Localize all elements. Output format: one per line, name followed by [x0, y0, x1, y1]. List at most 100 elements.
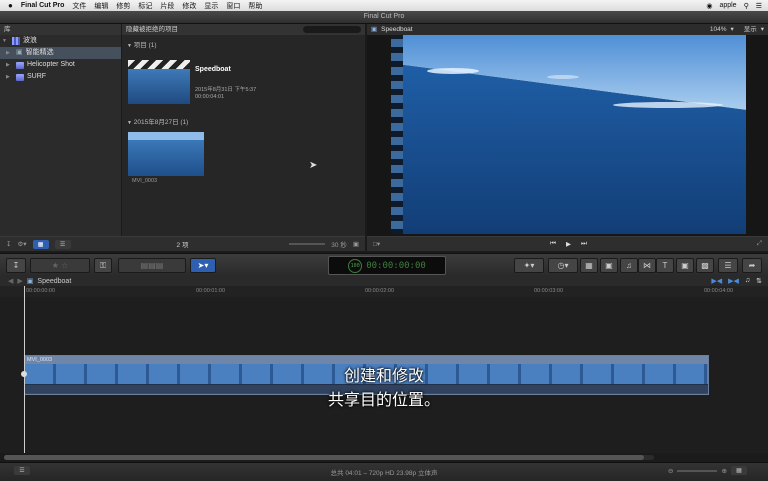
main-toolbar: ↧ ★ ☆ ⚿ ▤▤▤ ➤▾ 100 00:00:00:00 ✦▾ ◷▾ ▦ ▣… — [0, 253, 768, 277]
share-button[interactable]: ➦ — [742, 258, 762, 273]
app-menu[interactable]: Final Cut Pro — [21, 2, 65, 9]
rating-buttons[interactable]: ★ ☆ — [30, 258, 90, 273]
inspector-button[interactable]: ☰ — [718, 258, 738, 273]
retime-icon: ◷▾ — [557, 261, 569, 270]
effects-browser-button[interactable]: ▦ — [580, 258, 598, 273]
play-icon[interactable]: ▶ — [566, 240, 571, 248]
zoom-value: 30 秒 — [331, 242, 347, 249]
retime-button[interactable]: ◷▾ — [548, 258, 578, 273]
search-field[interactable] — [303, 26, 361, 33]
headphones-icon[interactable]: ♫ — [745, 277, 750, 285]
section-label: 项目 — [133, 42, 147, 49]
menu-edit[interactable]: 编辑 — [94, 1, 108, 11]
menu-view[interactable]: 显示 — [204, 1, 218, 11]
viewer-display-menu[interactable]: 显示 — [744, 24, 757, 35]
filmstrip-view-button[interactable]: ▦ — [32, 239, 49, 249]
menu-help[interactable]: 帮助 — [248, 1, 262, 11]
fullscreen-icon[interactable]: ⤢ — [757, 240, 762, 248]
project-thumbnail[interactable] — [128, 60, 190, 104]
clapper-icon — [128, 60, 190, 69]
previous-edit-icon[interactable]: ⏮ — [550, 240, 556, 248]
chevron-down-icon[interactable]: ▾ — [730, 24, 733, 35]
folder-icon: ▣ — [16, 49, 23, 56]
window-title: Final Cut Pro — [363, 13, 405, 20]
edit-buttons[interactable]: ▤▤▤ — [118, 258, 186, 273]
library-header: 库 — [0, 24, 121, 35]
audio-only-icon[interactable]: ▶◀ — [728, 277, 739, 285]
project-date: 2015年8月31日 下午5:37 — [195, 87, 257, 93]
chevron-down-icon[interactable]: ▾ — [761, 24, 764, 35]
subtitle-line-2: 共享目的位置。 — [327, 390, 440, 409]
scrollbar-thumb[interactable] — [4, 455, 644, 460]
timeline-project-name: Speedboat — [37, 277, 72, 285]
sidebar-item-helicopter-shot[interactable]: ▶ Helicopter Shot — [0, 59, 121, 71]
photos-browser-button[interactable]: ▣ — [600, 258, 618, 273]
clip-thumbnail[interactable] — [128, 132, 204, 176]
generators-browser-button[interactable]: ▣ — [676, 258, 694, 273]
disclosure-closed-icon[interactable]: ▶ — [6, 47, 13, 59]
menu-window[interactable]: 窗口 — [226, 1, 240, 11]
keyword-button[interactable]: ⚿ — [94, 258, 112, 273]
event-icon — [16, 61, 24, 69]
menu-trim[interactable]: 修剪 — [116, 1, 130, 11]
clip-appearance-icon[interactable]: ▣ — [353, 240, 359, 248]
event-icon — [16, 73, 24, 81]
zoom-in-icon[interactable]: ⊕ — [721, 467, 726, 475]
transitions-browser-button[interactable]: ⋈ — [638, 258, 656, 273]
import-icon[interactable]: ↧ — [6, 240, 11, 248]
menu-file[interactable]: 文件 — [72, 1, 86, 11]
disclosure-closed-icon[interactable]: ▶ — [6, 71, 13, 83]
disclosure-open-icon[interactable]: ▼ — [127, 120, 132, 126]
forward-arrow-icon[interactable]: ▶ — [17, 277, 22, 285]
zoom-out-icon[interactable]: ⊖ — [668, 467, 673, 475]
library-root[interactable]: ▼ 波浪 — [0, 35, 121, 47]
filter-menu[interactable]: 隐藏被拒绝的项目 — [126, 24, 178, 35]
apple-icon[interactable]: ● — [8, 1, 13, 10]
sidebar-item-surf[interactable]: ▶ SURF — [0, 71, 121, 83]
music-browser-button[interactable]: ♫ — [620, 258, 638, 273]
title-icon: T — [662, 261, 668, 270]
enhance-button[interactable]: ✦▾ — [514, 258, 544, 273]
library-sidebar: 库 ▼ 波浪 ▶ ▣ 智能精选 ▶ Helicopter Shot ▶ SURF — [0, 24, 121, 236]
notification-icon[interactable]: ◉ — [706, 2, 712, 10]
menu-clip[interactable]: 片段 — [160, 1, 174, 11]
sidebar-item-label: Helicopter Shot — [27, 61, 75, 68]
list-icon[interactable]: ☰ — [756, 2, 762, 10]
section-projects[interactable]: ▼ 项目 (1) — [122, 35, 365, 53]
timeline-scrollbar[interactable] — [4, 455, 654, 460]
timecode-display[interactable]: 100 00:00:00:00 — [328, 256, 446, 275]
browser-bottom-bar: ↧ ⚙▾ ▦ ☰ 2 项 30 秒 ▣ — [0, 236, 365, 251]
timeline-zoom-controls[interactable]: ⊖ ⊕ ▦ — [668, 466, 747, 475]
select-tool-button[interactable]: ➤▾ — [190, 258, 216, 273]
gear-icon[interactable]: ⚙▾ — [17, 240, 26, 248]
transform-icon[interactable]: □▾ — [373, 240, 380, 248]
zoom-slider[interactable] — [289, 243, 326, 245]
list-view-button[interactable]: ☰ — [54, 239, 71, 249]
menu-modify[interactable]: 修改 — [182, 1, 196, 11]
next-edit-icon[interactable]: ⏭ — [581, 240, 587, 248]
key-icon: ⚿ — [99, 260, 107, 270]
timecode-value: 00:00:00:00 — [366, 260, 426, 271]
disclosure-closed-icon[interactable]: ▶ — [6, 59, 13, 71]
effects-icon: ▦ — [585, 261, 593, 270]
titles-browser-button[interactable]: T — [656, 258, 674, 273]
themes-browser-button[interactable]: ▩ — [696, 258, 714, 273]
timeline-zoom-slider[interactable] — [677, 469, 718, 472]
user-name[interactable]: apple — [719, 2, 736, 9]
back-arrow-icon[interactable]: ◀ — [8, 277, 13, 285]
item-count: 2 项 — [176, 242, 189, 249]
browser-panel: 隐藏被拒绝的项目 ▼ 项目 (1) Speedboat 2015年8月31日 下… — [122, 24, 365, 236]
mouse-cursor: ➤ — [309, 160, 318, 171]
video-only-icon[interactable]: ▶◀ — [711, 277, 722, 285]
clip-appearance-button[interactable]: ▦ — [730, 466, 747, 475]
snapping-icon[interactable]: ⇅ — [756, 277, 762, 285]
menu-mark[interactable]: 标记 — [138, 1, 152, 11]
section-date[interactable]: ▼ 2015年8月27日 (1) — [127, 116, 188, 126]
disclosure-open-icon[interactable]: ▼ — [127, 43, 132, 49]
disclosure-open-icon[interactable]: ▼ — [2, 35, 9, 47]
progress-percent: 100 — [348, 258, 363, 273]
sidebar-item-smart-collections[interactable]: ▶ ▣ 智能精选 — [0, 47, 121, 59]
import-button[interactable]: ↧ — [6, 258, 26, 273]
search-icon[interactable]: ⚲ — [744, 2, 749, 10]
viewer-zoom[interactable]: 104% — [710, 24, 727, 35]
